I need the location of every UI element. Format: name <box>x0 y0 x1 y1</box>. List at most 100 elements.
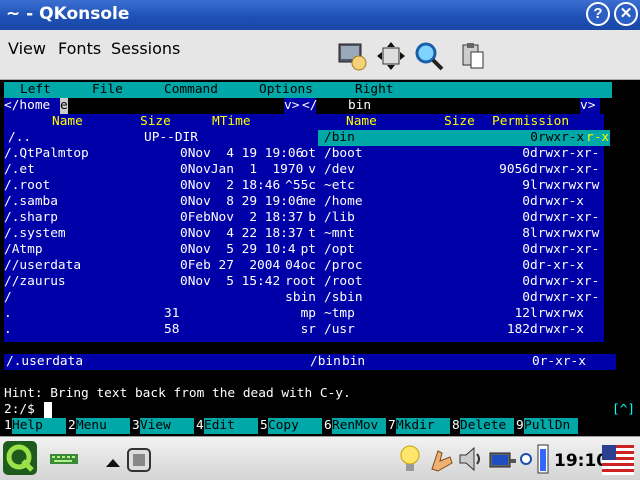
fkey-mkdir-button[interactable]: Mkdir <box>396 418 450 434</box>
right-panel-row[interactable]: /lib 0 drwxr-xr- <box>0 210 640 226</box>
mc-menu-command[interactable]: Command <box>164 82 218 98</box>
start-menu-icon[interactable] <box>3 441 37 475</box>
triangle-up-icon[interactable] <box>106 459 120 467</box>
file-size: 9 <box>522 178 530 193</box>
right-col-size: Size <box>444 114 475 129</box>
mc-menu-file[interactable]: File <box>92 82 123 98</box>
right-panel-row[interactable]: ~mnt 8 lrwxrwxrw <box>0 226 640 242</box>
paste-icon[interactable] <box>458 41 488 71</box>
left-status-name: /.userdata <box>6 354 84 369</box>
right-col-permission: Permission <box>492 114 570 129</box>
file-name: /bin <box>324 130 355 145</box>
file-permission: drwxr-xr- <box>530 274 600 289</box>
prompt-line[interactable]: 2:/$ [^] <box>4 402 635 418</box>
file-name: /root <box>324 274 363 289</box>
fkey-edit-button[interactable]: Edit <box>204 418 258 434</box>
right-panel-row[interactable]: /opt 0 drwxr-xr- <box>0 242 640 258</box>
fkey-view-button[interactable]: View <box>140 418 194 434</box>
file-size: 0 <box>522 242 530 257</box>
right-panel-row[interactable]: /proc 0 dr-xr-x <box>0 258 640 274</box>
right-panel-row[interactable]: /usr 182 drwxr-x <box>0 322 640 338</box>
left-panel-path: </home <box>4 98 64 114</box>
mc-menubar: Left File Command Options Right <box>4 82 612 98</box>
right-panel-row[interactable]: /root 0 drwxr-xr- <box>0 274 640 290</box>
right-col-name: Name <box>346 114 377 129</box>
fkey-copy-button[interactable]: Copy <box>268 418 322 434</box>
keyboard-icon[interactable] <box>50 454 78 464</box>
terminal[interactable]: Left File Command Options Right </home e… <box>0 80 640 436</box>
clock[interactable]: 19:10 <box>554 451 608 471</box>
menu-sessions[interactable]: Sessions <box>111 39 180 58</box>
battery-icon[interactable] <box>536 443 550 475</box>
right-panel-row[interactable]: /home 0 drwxr-x <box>0 194 640 210</box>
right-panel-row[interactable]: /boot 0 drwxr-xr- <box>0 146 640 162</box>
file-name: /sbin <box>324 290 363 305</box>
fkey-pulldn-button[interactable]: PullDn <box>524 418 578 434</box>
window-title: ~ - QKonsole <box>6 4 130 24</box>
left-col-name: Name <box>52 114 83 129</box>
fkey-menu-button[interactable]: Menu <box>76 418 130 434</box>
fkey-number: 6 <box>324 418 332 433</box>
right-panel-marker: </ <box>302 98 318 114</box>
file-name: ~etc <box>324 178 355 193</box>
network-icon[interactable] <box>488 445 518 473</box>
right-panel-row[interactable]: /dev 9056 drwxr-xr- <box>0 162 640 178</box>
mc-menu-right[interactable]: Right <box>355 82 394 98</box>
scroll-indicator[interactable]: [^] <box>612 402 635 418</box>
network-status-icon[interactable] <box>518 445 534 473</box>
file-permission: lrwxrwx <box>530 306 584 321</box>
right-panel-row[interactable]: ~etc 9 lrwxrwxrw <box>0 178 640 194</box>
right-path-fill <box>378 98 580 114</box>
right-panel-row[interactable]: /sbin 0 drwxr-xr- <box>0 290 640 306</box>
us-flag-icon[interactable] <box>602 445 634 475</box>
file-permission: drwxr-xr- <box>530 290 600 305</box>
file-name: /.. <box>8 130 32 145</box>
fkey-renmov-button[interactable]: RenMov <box>332 418 386 434</box>
left-panel-row[interactable]: /..UP--DIRbin <box>4 130 316 146</box>
file-size: 0 <box>530 130 538 145</box>
right-status-name: /bin <box>310 354 341 369</box>
file-name: /usr <box>324 322 355 337</box>
window-titlebar: ~ - QKonsole ? ✕ <box>0 0 640 30</box>
function-key-bar: 1 Help 2 Menu 3 View 4 Edit 5 Copy 6 RenMov 7 Mkdir 8 D… <box>0 418 640 434</box>
close-button[interactable]: ✕ <box>614 2 638 26</box>
fullscreen-icon[interactable] <box>376 41 406 71</box>
right-status-permission: 0r-xr-x <box>532 354 586 369</box>
mc-menu-left[interactable]: Left <box>20 82 51 98</box>
fkey-number: 5 <box>260 418 268 433</box>
file-permission: rwxr-x <box>538 130 585 145</box>
app-menubar: View Fonts Sessions <box>0 30 640 80</box>
left-col-mtime: MTime <box>212 114 251 129</box>
mc-path-row: </home e v> </ bin v> <box>4 98 600 114</box>
permission-highlight: r-x <box>586 130 610 145</box>
zoom-icon[interactable] <box>414 41 444 71</box>
right-scroll-indicator: v> <box>580 98 600 114</box>
mc-status-row: /.userdata /bin bin 0r-xr-x <box>4 354 616 370</box>
text-cursor <box>44 402 52 418</box>
fkey-number: 9 <box>516 418 524 433</box>
window-list-icon[interactable] <box>126 447 152 473</box>
right-panel-row[interactable]: /bin 0 rwxr-x r-x <box>318 130 610 146</box>
file-name: /home <box>324 194 363 209</box>
file-name: ~tmp <box>324 306 355 321</box>
file-name: /opt <box>324 242 355 257</box>
shell-prompt: 2:/$ <box>4 402 43 417</box>
fkey-number: 1 <box>4 418 12 433</box>
fkey-delete-button[interactable]: Delete <box>460 418 514 434</box>
file-name: /proc <box>324 258 363 273</box>
mc-menu-options[interactable]: Options <box>259 82 313 98</box>
light-bulb-icon[interactable] <box>398 445 422 473</box>
hint-line: Hint: Bring text back from the dead with… <box>4 386 351 401</box>
right-panel-row[interactable]: ~tmp 12 lrwxrwx <box>0 306 640 322</box>
menu-view[interactable]: View <box>8 39 46 58</box>
file-permission: drwxr-xr- <box>530 242 600 257</box>
new-session-icon[interactable] <box>337 41 367 71</box>
fkey-help-button[interactable]: Help <box>12 418 66 434</box>
volume-icon[interactable] <box>458 445 486 473</box>
file-size: 12 <box>514 306 530 321</box>
menu-fonts[interactable]: Fonts <box>58 39 101 58</box>
help-button[interactable]: ? <box>586 2 610 26</box>
fkey-number: 7 <box>388 418 396 433</box>
hand-icon[interactable] <box>428 445 454 473</box>
file-size: 0 <box>522 258 530 273</box>
